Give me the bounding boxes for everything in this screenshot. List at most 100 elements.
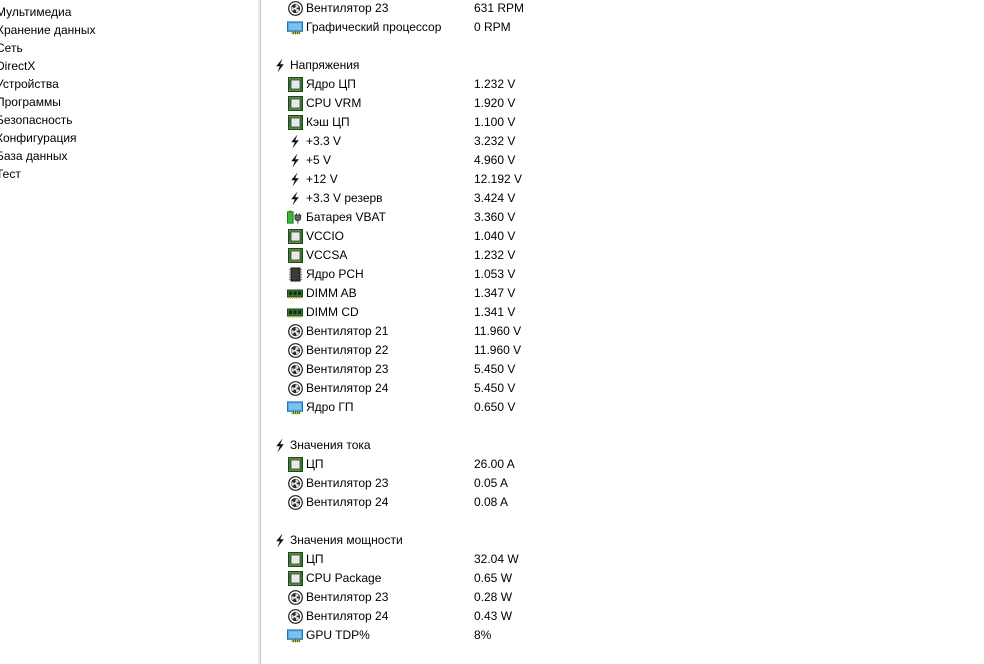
sensor-row[interactable]: +3.3 V 3.232 V [262, 132, 984, 151]
sensor-label: Ядро ГП [306, 400, 354, 414]
sensor-value: 12.192 V [474, 172, 523, 186]
sensor-label: DIMM CD [306, 305, 359, 319]
sidebar-item-software[interactable]: Программы [0, 93, 61, 111]
battery-icon [287, 210, 303, 225]
sensor-row[interactable]: Графический процессор 0 RPM [262, 18, 984, 37]
sidebar-item-network[interactable]: Сеть [0, 39, 23, 57]
sensor-row[interactable]: +5 V 4.960 V [262, 151, 984, 170]
sensor-row[interactable]: Вентилятор 24 0.43 W [262, 607, 984, 626]
fan-icon [287, 590, 303, 605]
gpu-icon [287, 20, 303, 35]
sensor-row[interactable]: CPU Package 0.65 W [262, 569, 984, 588]
sensor-label: CPU VRM [306, 96, 362, 110]
sensor-value: 0.43 W [474, 609, 513, 623]
sensor-value: 1.232 V [474, 248, 516, 262]
sensor-label: Вентилятор 24 [306, 609, 389, 623]
sidebar-tree: Мультимедиа Хранение данных Сеть DirectX Уст… [0, 0, 258, 664]
sidebar-item-security[interactable]: Безопасность [0, 111, 73, 129]
sidebar-item-storage[interactable]: Хранение данных [0, 21, 96, 39]
sensor-label: Ядро ЦП [306, 77, 356, 91]
sensor-label: Батарея VBAT [306, 210, 386, 224]
sensor-row[interactable]: CPU VRM 1.920 V [262, 94, 984, 113]
sensor-row[interactable]: Вентилятор 21 11.960 V [262, 322, 984, 341]
sensor-label: Вентилятор 24 [306, 495, 389, 509]
section-title: Значения тока [290, 438, 371, 452]
sidebar-item-directx[interactable]: DirectX [0, 57, 35, 75]
sensor-row[interactable]: +12 V 12.192 V [262, 170, 984, 189]
cpu-icon [287, 248, 303, 263]
sensor-label: ЦП [306, 552, 324, 566]
sensor-label: Вентилятор 23 [306, 476, 389, 490]
sidebar-item-devices[interactable]: Устройства [0, 75, 59, 93]
sensor-row[interactable]: +3.3 V резерв 3.424 V [262, 189, 984, 208]
sensor-label: VCCIO [306, 229, 345, 243]
section-header[interactable]: Значения мощности [262, 531, 984, 550]
sensor-value: 0.65 W [474, 571, 513, 585]
sensor-value: 0.05 A [474, 476, 509, 490]
sensor-value: 5.450 V [474, 381, 516, 395]
lightning-icon [287, 153, 303, 168]
memory-icon [287, 286, 303, 301]
section-header[interactable]: Напряжения [262, 56, 984, 75]
sensor-value: 0.650 V [474, 400, 516, 414]
sensor-label: ЦП [306, 457, 324, 471]
sensor-row[interactable]: Вентилятор 22 11.960 V [262, 341, 984, 360]
fan-icon [287, 362, 303, 377]
cpu-icon [287, 457, 303, 472]
sensor-value: 1.920 V [474, 96, 516, 110]
sidebar-item-multimedia[interactable]: Мультимедиа [0, 3, 71, 21]
sensor-row[interactable]: Ядро ГП 0.650 V [262, 398, 984, 417]
cpu-icon [287, 96, 303, 111]
sensor-row[interactable]: GPU TDP% 8% [262, 626, 984, 645]
sensor-row[interactable]: Ядро PCH 1.053 V [262, 265, 984, 284]
lightning-icon [272, 533, 288, 548]
sidebar-item-benchmark[interactable]: Тест [0, 165, 21, 183]
sensor-label: Вентилятор 21 [306, 324, 389, 338]
section-header[interactable]: Значения тока [262, 436, 984, 455]
fan-icon [287, 476, 303, 491]
sidebar-item-config[interactable]: Конфигурация [0, 129, 77, 147]
sensor-row[interactable]: Ядро ЦП 1.232 V [262, 75, 984, 94]
sensor-row[interactable]: Батарея VBAT 3.360 V [262, 208, 984, 227]
memory-icon [287, 305, 303, 320]
sensor-row[interactable]: ЦП 26.00 A [262, 455, 984, 474]
sensor-value: 1.053 V [474, 267, 516, 281]
sensor-value: 1.341 V [474, 305, 516, 319]
sensor-row[interactable]: Вентилятор 23 5.450 V [262, 360, 984, 379]
sensor-row[interactable]: VCCIO 1.040 V [262, 227, 984, 246]
sensor-label: +5 V [306, 153, 332, 167]
sensor-row[interactable]: Вентилятор 23 0.28 W [262, 588, 984, 607]
fan-icon [287, 324, 303, 339]
sensor-label: DIMM AB [306, 286, 357, 300]
sensor-value: 1.232 V [474, 77, 516, 91]
sensor-row[interactable]: Вентилятор 23 0.05 A [262, 474, 984, 493]
fan-icon [287, 609, 303, 624]
sensor-row[interactable]: Кэш ЦП 1.100 V [262, 113, 984, 132]
fan-icon [287, 495, 303, 510]
sensor-row[interactable]: Вентилятор 24 0.08 A [262, 493, 984, 512]
sensor-label: Графический процессор [306, 20, 442, 34]
sensor-row[interactable]: DIMM CD 1.341 V [262, 303, 984, 322]
sensor-value: 26.00 A [474, 457, 515, 471]
sensor-value: 1.347 V [474, 286, 516, 300]
sensor-row[interactable]: Вентилятор 23 631 RPM [262, 0, 984, 18]
sensor-label: Кэш ЦП [306, 115, 350, 129]
sensor-list: Вентилятор 23 631 RPM Графический процессо… [262, 0, 984, 664]
sensor-row[interactable]: ЦП 32.04 W [262, 550, 984, 569]
lightning-icon [287, 172, 303, 187]
sensor-label: VCCSA [306, 248, 348, 262]
lightning-icon [287, 134, 303, 149]
cpu-icon [287, 229, 303, 244]
sidebar-item-database[interactable]: База данных [0, 147, 67, 165]
sensor-label: Вентилятор 24 [306, 381, 389, 395]
panel-splitter[interactable] [258, 0, 261, 664]
lightning-icon [287, 191, 303, 206]
sensor-row[interactable]: DIMM AB 1.347 V [262, 284, 984, 303]
sensor-row[interactable]: Вентилятор 24 5.450 V [262, 379, 984, 398]
fan-icon [287, 343, 303, 358]
sensor-row[interactable]: VCCSA 1.232 V [262, 246, 984, 265]
cpu-icon [287, 77, 303, 92]
sensor-value: 1.100 V [474, 115, 516, 129]
sensor-label: Вентилятор 23 [306, 590, 389, 604]
sensor-value: 8% [474, 628, 492, 642]
